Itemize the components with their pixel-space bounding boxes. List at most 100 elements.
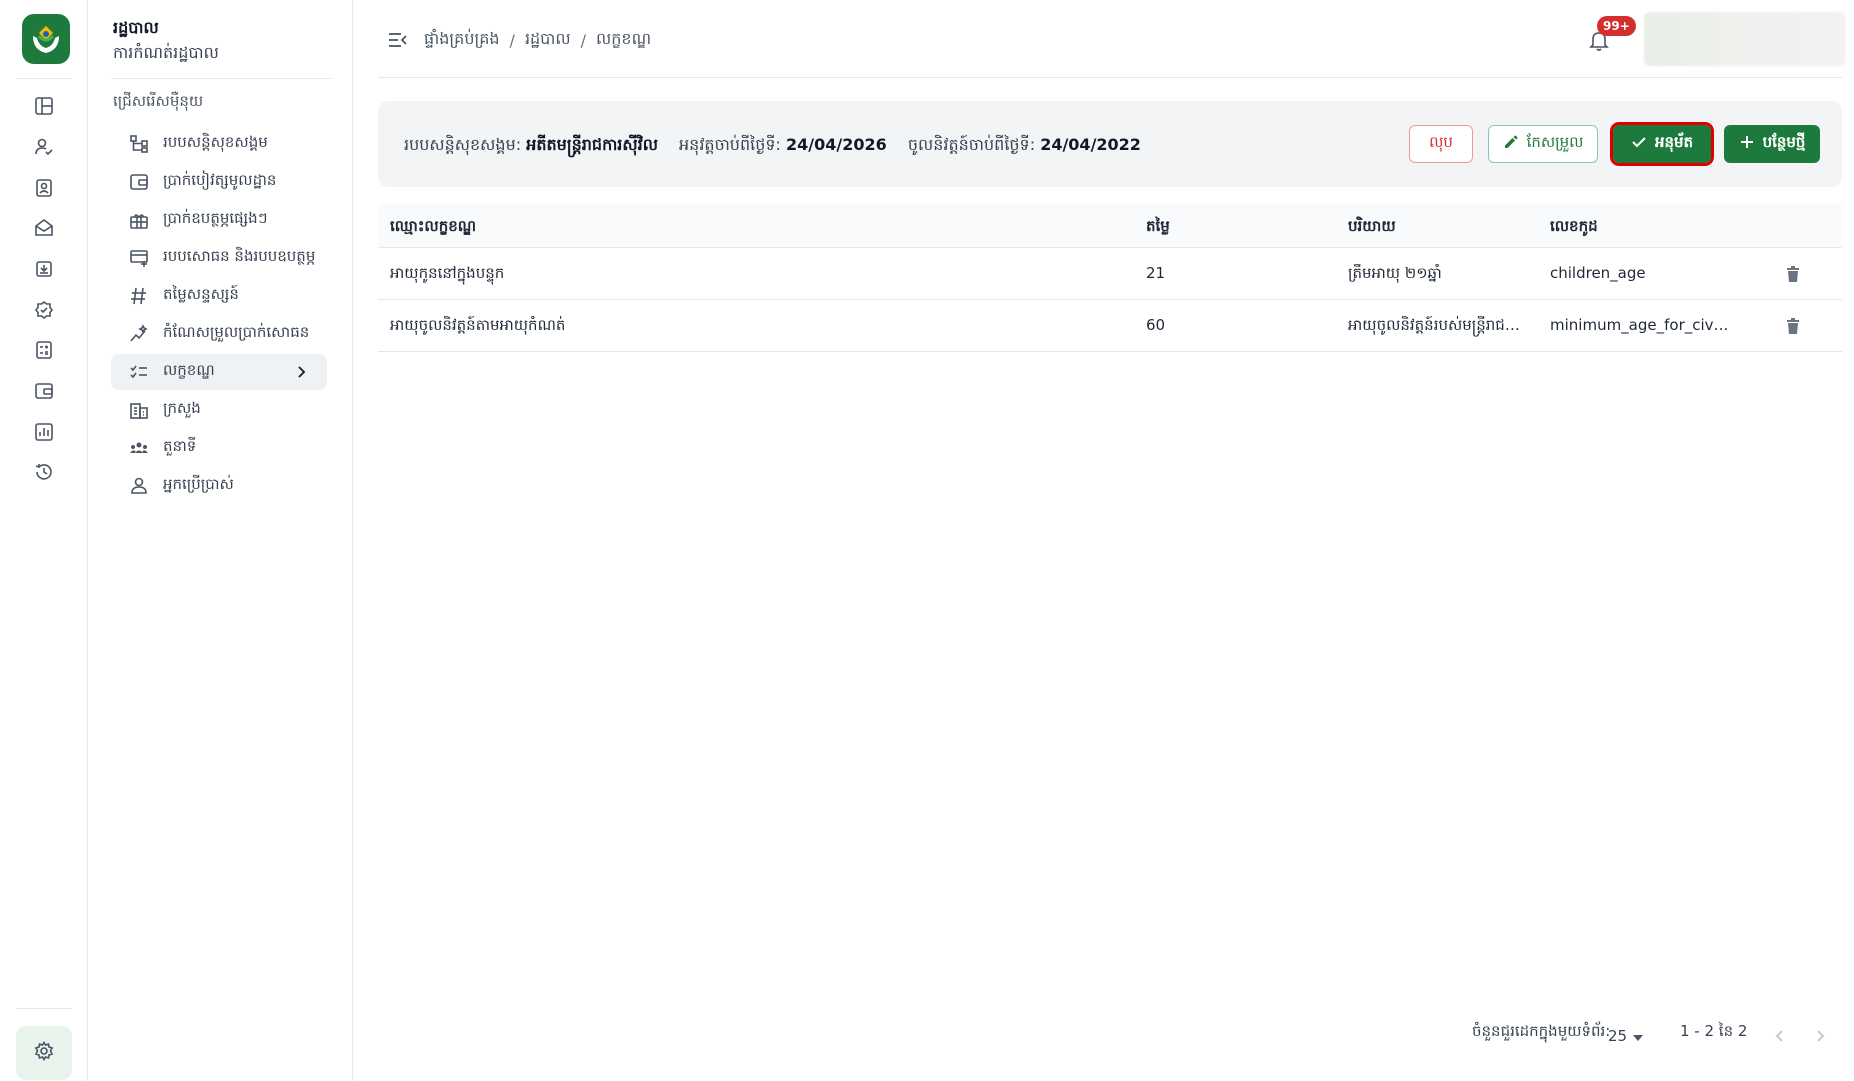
scheme-info-card: របបសន្តិសុខសង្គម: អតីតមន្ត្រីរាជការស៊ីវិ… xyxy=(378,101,1842,187)
breadcrumb-administration[interactable]: រដ្ឋបាល xyxy=(525,28,571,52)
sidebar-item-label: តម្លៃសន្ទស្សន៍ xyxy=(163,285,239,303)
column-header-code[interactable]: លេខកូដ xyxy=(1550,217,1732,239)
table-row[interactable]: អាយុចូលនិវត្តន៍តាមអាយុកំណត់ 60 អាយុចូលនិ… xyxy=(378,300,1842,352)
plus-icon xyxy=(1739,134,1755,154)
sidebar-item-users[interactable]: អ្នកប្រើប្រាស់ xyxy=(111,468,327,504)
gear-icon xyxy=(34,1040,54,1065)
cell-code: children_age xyxy=(1550,264,1646,282)
retirement-date-label: ចូលនិវត្តន៍ចាប់ពីថ្ងៃទី: xyxy=(907,135,1036,154)
sparkle-chart-icon xyxy=(127,322,151,346)
cell-description: អាយុចូលនិវត្តន៍របស់មន្ត្រីរាជការ... xyxy=(1348,316,1530,334)
cell-name: អាយុចូលនិវត្តន៍តាមអាយុកំណត់ xyxy=(390,316,566,334)
effective-date-value: 24/04/2026 xyxy=(785,135,887,154)
add-new-button-label: បន្ថែមថ្មី xyxy=(1762,133,1806,151)
retirement-date-value: 24/04/2022 xyxy=(1040,135,1141,154)
rows-per-page-label: ចំនួនជួរដេកក្នុងមួយទំព័រ: xyxy=(1472,1022,1611,1040)
rail-bottom-divider xyxy=(16,1008,72,1009)
scheme-value: អតីតមន្ត្រីរាជការស៊ីវិល xyxy=(526,135,658,154)
sidebar-item-base-salary[interactable]: ប្រាក់បៀវត្សមូលដ្ឋាន xyxy=(111,164,327,200)
card-add-icon xyxy=(127,246,151,270)
scheme-info-text: របបសន្តិសុខសង្គម: អតីតមន្ត្រីរាជការស៊ីវិ… xyxy=(404,134,1141,158)
notification-count-badge: 99+ xyxy=(1597,16,1636,36)
hash-icon xyxy=(127,284,151,308)
column-header-value[interactable]: តម្លៃ xyxy=(1146,217,1296,239)
id-card-icon[interactable] xyxy=(30,174,58,202)
sidebar-item-social-security-scheme[interactable]: របបសន្តិសុខសង្គម xyxy=(111,126,327,162)
bar-chart-icon[interactable] xyxy=(30,418,58,446)
sidebar-item-pension-schemes[interactable]: របបសោធន និងរបបឧបត្ថម្ភ xyxy=(111,240,327,276)
table-header-row: ឈ្មោះលក្ខខណ្ឌ តម្លៃ បរិយាយ លេខកូដ xyxy=(378,204,1842,248)
user-profile-menu[interactable] xyxy=(1644,12,1846,66)
delete-button[interactable]: លុប xyxy=(1409,125,1473,163)
delete-button-label: លុប xyxy=(1429,133,1453,151)
icon-rail xyxy=(0,0,88,1081)
download-box-icon[interactable] xyxy=(30,255,58,283)
pagination-range: 1 - 2 នៃ 2 xyxy=(1680,1022,1748,1040)
sidebar-item-label: ប្រាក់ឧបត្ថម្ភផ្សេងៗ xyxy=(163,209,268,227)
sidebar-item-conditions[interactable]: លក្ខខណ្ឌ xyxy=(111,354,327,390)
sidebar-item-label: របបសន្តិសុខសង្គម xyxy=(163,133,268,151)
sidebar-item-allowances[interactable]: ប្រាក់ឧបត្ថម្ភផ្សេងៗ xyxy=(111,202,327,238)
cell-description: ត្រឹមអាយុ ២១ឆ្នាំ xyxy=(1348,264,1442,282)
caret-down-icon xyxy=(1633,1027,1644,1045)
sidebar-subtitle: ការកំណត់រដ្ឋបាល xyxy=(113,43,219,62)
breadcrumb-conditions: លក្ខខណ្ឌ xyxy=(596,29,652,48)
previous-page-icon[interactable] xyxy=(1768,1024,1792,1048)
breadcrumb-dashboard[interactable]: ផ្ទាំងគ្រប់គ្រង xyxy=(424,28,500,52)
trash-icon[interactable] xyxy=(1782,315,1804,337)
sidebar-title: រដ្ឋបាល xyxy=(113,18,159,37)
sidebar-item-label: តួនាទី xyxy=(163,437,197,455)
hierarchy-icon xyxy=(127,132,151,156)
menu-collapse-icon[interactable] xyxy=(386,28,410,52)
sidebar-item-label: ប្រាក់បៀវត្សមូលដ្ឋាន xyxy=(163,171,277,189)
edit-button-label: កែសម្រួល xyxy=(1526,133,1584,151)
approve-button-label: អនុម័ត xyxy=(1654,133,1694,151)
top-bar: ផ្ទាំងគ្រប់គ្រង / រដ្ឋបាល / លក្ខខណ្ឌ 99+ xyxy=(354,0,1854,78)
person-icon xyxy=(127,474,151,498)
column-header-name[interactable]: ឈ្មោះលក្ខខណ្ឌ xyxy=(390,217,1090,239)
effective-date-label: អនុវត្តចាប់ពីថ្ងៃទី: xyxy=(679,135,781,154)
sidebar-item-label: លក្ខខណ្ឌ xyxy=(163,361,215,379)
cell-name: អាយុកូននៅក្នុងបន្ទុក xyxy=(390,264,505,282)
chevron-right-icon xyxy=(291,362,311,386)
sidebar-section-label: ជ្រើសរើសម៉ឺនុយ xyxy=(113,92,204,110)
breadcrumb-separator: / xyxy=(580,30,587,50)
rail-divider xyxy=(16,78,72,79)
verified-badge-icon[interactable] xyxy=(30,296,58,324)
header-divider xyxy=(378,77,1842,78)
settings-button[interactable] xyxy=(16,1026,72,1080)
sidebar-item-index-values[interactable]: តម្លៃសន្ទស្សន៍ xyxy=(111,278,327,314)
next-page-icon[interactable] xyxy=(1808,1024,1832,1048)
sidebar-item-pension-adjustment[interactable]: កំណែសម្រួលប្រាក់សោធន xyxy=(111,316,327,352)
wallet-icon xyxy=(127,170,151,194)
gift-box-icon xyxy=(127,208,151,232)
mail-open-icon[interactable] xyxy=(30,214,58,242)
user-check-icon[interactable] xyxy=(30,133,58,161)
rows-per-page-select[interactable]: 25 xyxy=(1608,1022,1644,1050)
building-icon xyxy=(127,398,151,422)
sidebar-item-label: អ្នកប្រើប្រាស់ xyxy=(163,475,234,493)
sidebar-item-label: កំណែសម្រួលប្រាក់សោធន xyxy=(163,323,310,341)
trash-icon[interactable] xyxy=(1782,263,1804,285)
edit-button[interactable]: កែសម្រួល xyxy=(1488,125,1598,163)
dashboard-icon[interactable] xyxy=(30,92,58,120)
sidebar-item-roles[interactable]: តួនាទី xyxy=(111,430,327,466)
wallet-icon[interactable] xyxy=(30,377,58,405)
history-icon[interactable] xyxy=(30,458,58,486)
sidebar-item-ministries[interactable]: ក្រសួង xyxy=(111,392,327,428)
cell-code: minimum_age_for_civil_s... xyxy=(1550,316,1732,334)
admin-sidebar: រដ្ឋបាល ការកំណត់រដ្ឋបាល ជ្រើសរើសម៉ឺនុយ រ… xyxy=(89,0,353,1081)
sidebar-item-label: របបសោធន និងរបបឧបត្ថម្ភ xyxy=(163,247,316,265)
checklist-icon xyxy=(127,360,151,384)
conditions-table: ឈ្មោះលក្ខខណ្ឌ តម្លៃ បរិយាយ លេខកូដ អាយុកូ… xyxy=(378,204,1842,1081)
app-logo-icon[interactable] xyxy=(22,14,70,64)
calculator-icon[interactable] xyxy=(30,336,58,364)
breadcrumb: ផ្ទាំងគ្រប់គ្រង / រដ្ឋបាល / លក្ខខណ្ឌ xyxy=(424,28,651,52)
add-new-button[interactable]: បន្ថែមថ្មី xyxy=(1724,125,1820,163)
pencil-icon xyxy=(1503,134,1519,154)
breadcrumb-separator: / xyxy=(509,30,515,50)
table-row[interactable]: អាយុកូននៅក្នុងបន្ទុក 21 ត្រឹមអាយុ ២១ឆ្នា… xyxy=(378,248,1842,300)
column-header-description[interactable]: បរិយាយ xyxy=(1348,217,1530,239)
check-icon xyxy=(1631,134,1647,154)
approve-button[interactable]: អនុម័ត xyxy=(1610,122,1714,166)
